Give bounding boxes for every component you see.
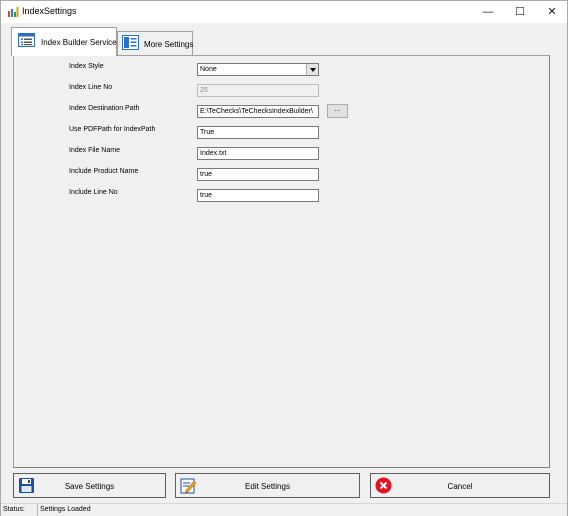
settings-icon	[122, 35, 139, 50]
status-label: Status:	[3, 506, 25, 513]
title-bar[interactable]: IndexSettings — ☐ ✕	[1, 1, 567, 23]
save-settings-button[interactable]: Save Settings	[13, 473, 166, 498]
browse-button[interactable]: ...	[327, 104, 348, 118]
maximize-button[interactable]: ☐	[505, 1, 535, 23]
index-style-label: Index Style	[69, 63, 104, 70]
use-pdfpath-label: Use PDFPath for IndexPath	[69, 126, 156, 133]
index-style-select[interactable]: None	[197, 63, 319, 76]
chevron-down-icon[interactable]	[306, 64, 318, 75]
use-pdfpath-field[interactable]: True	[197, 126, 319, 139]
tab-index-builder-service[interactable]: Index Builder Service	[11, 27, 117, 56]
status-message: Settings Loaded	[37, 504, 177, 516]
include-line-no-field[interactable]: true	[197, 189, 319, 202]
edit-settings-label: Edit Settings	[245, 482, 290, 491]
index-line-no-field[interactable]: 25	[197, 84, 319, 97]
index-destination-path-label: Index Destination Path	[69, 105, 140, 112]
edit-settings-button[interactable]: Edit Settings	[175, 473, 360, 498]
index-settings-window: IndexSettings — ☐ ✕ Index Builder Servic…	[0, 0, 568, 516]
include-line-no-label: Include Line No	[69, 189, 118, 196]
include-product-name-field[interactable]: true	[197, 168, 319, 181]
index-line-no-label: Index Line No	[69, 84, 113, 91]
tab-more-settings[interactable]: More Settings	[117, 31, 193, 55]
index-destination-path-field[interactable]: E:\TeChecks\TeChecksIndexBuilder\	[197, 105, 319, 118]
status-bar: Status: Settings Loaded	[1, 503, 567, 516]
window-title: IndexSettings	[22, 6, 77, 16]
index-file-name-field[interactable]: Index.txt	[197, 147, 319, 160]
index-file-name-label: Index File Name	[69, 147, 120, 154]
save-settings-label: Save Settings	[64, 482, 115, 491]
tab-label: More Settings	[144, 40, 194, 49]
minimize-button[interactable]: —	[473, 1, 503, 23]
cancel-label: Cancel	[447, 482, 473, 491]
tab-label: Index Builder Service	[41, 38, 117, 47]
list-icon	[18, 33, 35, 47]
index-style-value: None	[200, 66, 217, 73]
app-icon	[7, 6, 19, 18]
close-button[interactable]: ✕	[537, 1, 567, 23]
cancel-button[interactable]: Cancel	[370, 473, 550, 498]
include-product-name-label: Include Product Name	[69, 168, 139, 175]
